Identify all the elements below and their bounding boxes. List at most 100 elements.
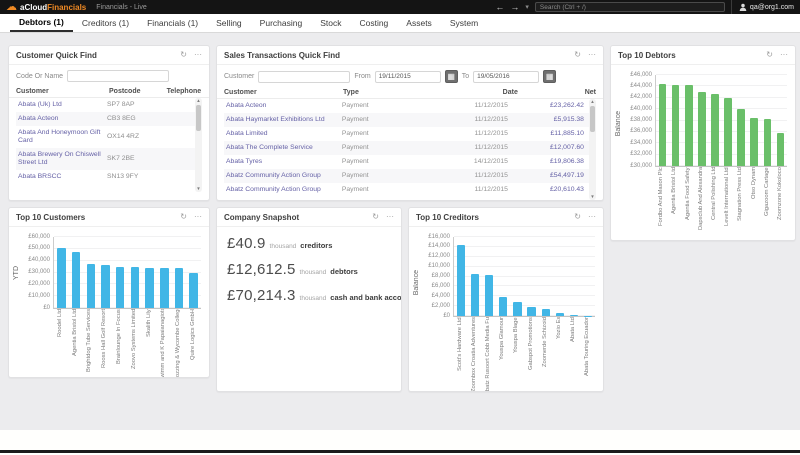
chart-bar[interactable] — [160, 268, 169, 308]
bar-cell — [113, 237, 128, 308]
chart-bar[interactable] — [101, 265, 110, 308]
table-row[interactable]: Abata The Complete ServicePayment11/12/2… — [224, 141, 596, 155]
table-row[interactable]: Abatz Community Action GroupPayment11/12… — [224, 169, 596, 183]
table-row[interactable]: Abata ActeonPayment11/12/2015£23,262.42 — [224, 99, 596, 113]
refresh-icon[interactable]: ↻ — [180, 51, 187, 59]
column-header[interactable]: Date — [421, 89, 518, 96]
table-row[interactable]: Abata TyresPayment14/12/2015£19,806.38 — [224, 155, 596, 169]
history-caret-icon[interactable]: ▾ — [525, 3, 529, 11]
menu-item-system[interactable]: System — [441, 14, 487, 32]
back-arrow-icon[interactable]: ← — [495, 2, 504, 12]
bar-cell — [539, 237, 553, 316]
table-row[interactable]: Abata ActeonCB3 8EG — [16, 112, 202, 126]
menu-item-stock[interactable]: Stock — [311, 14, 350, 32]
chart-bar[interactable] — [116, 267, 125, 308]
chart-bar[interactable] — [672, 85, 680, 166]
chart-bar[interactable] — [764, 119, 772, 166]
table-row[interactable]: Abata LimitedPayment11/12/2015£11,885.10 — [224, 127, 596, 141]
menu-item-financials[interactable]: Financials (1) — [138, 14, 207, 32]
table-row[interactable]: Abata Brewery On Chiswell Street LtdSK7 … — [16, 148, 202, 170]
ellipsis-menu-icon[interactable]: ··· — [588, 213, 596, 221]
calendar-icon[interactable]: ▦ — [543, 70, 556, 83]
app-logo-text[interactable]: aCloud — [20, 3, 47, 12]
ellipsis-menu-icon[interactable]: ··· — [588, 51, 596, 59]
refresh-icon[interactable]: ↻ — [574, 51, 581, 59]
chart-bar[interactable] — [57, 248, 66, 308]
column-header[interactable]: Postcode — [109, 88, 167, 95]
scrollbar-thumb[interactable] — [590, 106, 595, 132]
chart-bar[interactable] — [145, 268, 154, 308]
refresh-icon[interactable]: ↻ — [180, 213, 187, 221]
vertical-scrollbar[interactable]: ▲ ▼ — [589, 99, 596, 200]
chart-bar[interactable] — [724, 98, 732, 166]
column-header[interactable]: Type — [343, 89, 421, 96]
chart-bar[interactable] — [737, 109, 745, 166]
table-cell — [160, 158, 194, 160]
menu-item-creditors[interactable]: Creditors (1) — [73, 14, 138, 32]
chart-bar[interactable] — [87, 264, 96, 308]
chart-bar[interactable] — [457, 245, 465, 316]
column-header[interactable]: Telephone — [167, 88, 202, 95]
chart-bar[interactable] — [750, 118, 758, 166]
ellipsis-menu-icon[interactable]: ··· — [386, 213, 394, 221]
chart-bar[interactable] — [711, 94, 719, 166]
forward-arrow-icon[interactable]: → — [510, 2, 519, 12]
column-header[interactable]: Customer — [16, 88, 109, 95]
chart-bar[interactable] — [72, 252, 81, 308]
scroll-up-icon[interactable]: ▲ — [590, 99, 594, 105]
chart-bar[interactable] — [513, 302, 521, 316]
chart-bar[interactable] — [485, 275, 493, 316]
scroll-up-icon[interactable]: ▲ — [196, 98, 200, 104]
code-or-name-input[interactable] — [67, 70, 169, 82]
menu-item-assets[interactable]: Assets — [397, 14, 441, 32]
table-cell: £20,610.43 — [510, 185, 586, 195]
table-row[interactable]: Abata (Uk) LtdSP7 8AP — [16, 98, 202, 112]
refresh-icon[interactable]: ↻ — [372, 213, 379, 221]
y-tick-label: £8,000 — [432, 273, 450, 279]
column-header[interactable]: Net — [518, 89, 596, 96]
menu-item-debtors[interactable]: Debtors (1) — [10, 14, 73, 32]
scroll-down-icon[interactable]: ▼ — [196, 186, 200, 192]
scroll-down-icon[interactable]: ▼ — [590, 194, 594, 200]
global-search-input[interactable] — [535, 2, 725, 12]
app-logo-text-accent[interactable]: Financials — [47, 3, 86, 12]
column-header[interactable]: Customer — [224, 89, 343, 96]
user-menu[interactable]: qa@org1.com — [731, 0, 794, 14]
chart-bar[interactable] — [685, 85, 693, 166]
customer-filter-input[interactable] — [258, 71, 350, 83]
chart-bar[interactable] — [471, 274, 479, 316]
chart-bar[interactable] — [175, 268, 184, 308]
table-row[interactable]: Abata Haymarket Exhibitions LtdPayment11… — [224, 113, 596, 127]
chart-bar[interactable] — [659, 84, 667, 166]
refresh-icon[interactable]: ↻ — [574, 213, 581, 221]
calendar-icon[interactable]: ▦ — [445, 70, 458, 83]
menu-item-selling[interactable]: Selling — [207, 14, 251, 32]
table-cell: SN13 9FY — [105, 172, 160, 182]
to-date-input[interactable] — [473, 71, 539, 83]
chart-bar[interactable] — [527, 307, 535, 316]
menu-item-purchasing[interactable]: Purchasing — [251, 14, 312, 32]
chart-bar[interactable] — [777, 133, 785, 166]
ellipsis-menu-icon[interactable]: ··· — [780, 51, 788, 59]
menu-item-costing[interactable]: Costing — [350, 14, 397, 32]
table-row[interactable]: Abatz Community Action GroupPayment11/12… — [224, 183, 596, 197]
vertical-scrollbar[interactable]: ▲ ▼ — [195, 98, 202, 192]
chart-bar[interactable] — [189, 273, 198, 309]
chart-bar[interactable] — [499, 297, 507, 316]
x-axis-label-text: Levelt International Ltd — [724, 167, 731, 231]
table-row[interactable]: Abata And Honeymoon Gift CardOX14 4RZ — [16, 126, 202, 148]
from-date-input[interactable] — [375, 71, 441, 83]
bar-cell — [761, 75, 774, 166]
chart-bar[interactable] — [570, 315, 578, 316]
table-row[interactable]: Abata BRSCCSN13 9FY — [16, 170, 202, 184]
scrollbar-thumb[interactable] — [196, 105, 201, 131]
chart-bar[interactable] — [698, 92, 706, 166]
ellipsis-menu-icon[interactable]: ··· — [194, 51, 202, 59]
ellipsis-menu-icon[interactable]: ··· — [194, 213, 202, 221]
table-cell: Abatz Community Action Group — [224, 171, 340, 181]
x-axis-label: Zoombox Croatia Adventures — [467, 317, 481, 392]
chart-bar[interactable] — [556, 313, 564, 316]
refresh-icon[interactable]: ↻ — [766, 51, 773, 59]
chart-bar[interactable] — [131, 267, 140, 308]
chart-bar[interactable] — [542, 309, 550, 316]
